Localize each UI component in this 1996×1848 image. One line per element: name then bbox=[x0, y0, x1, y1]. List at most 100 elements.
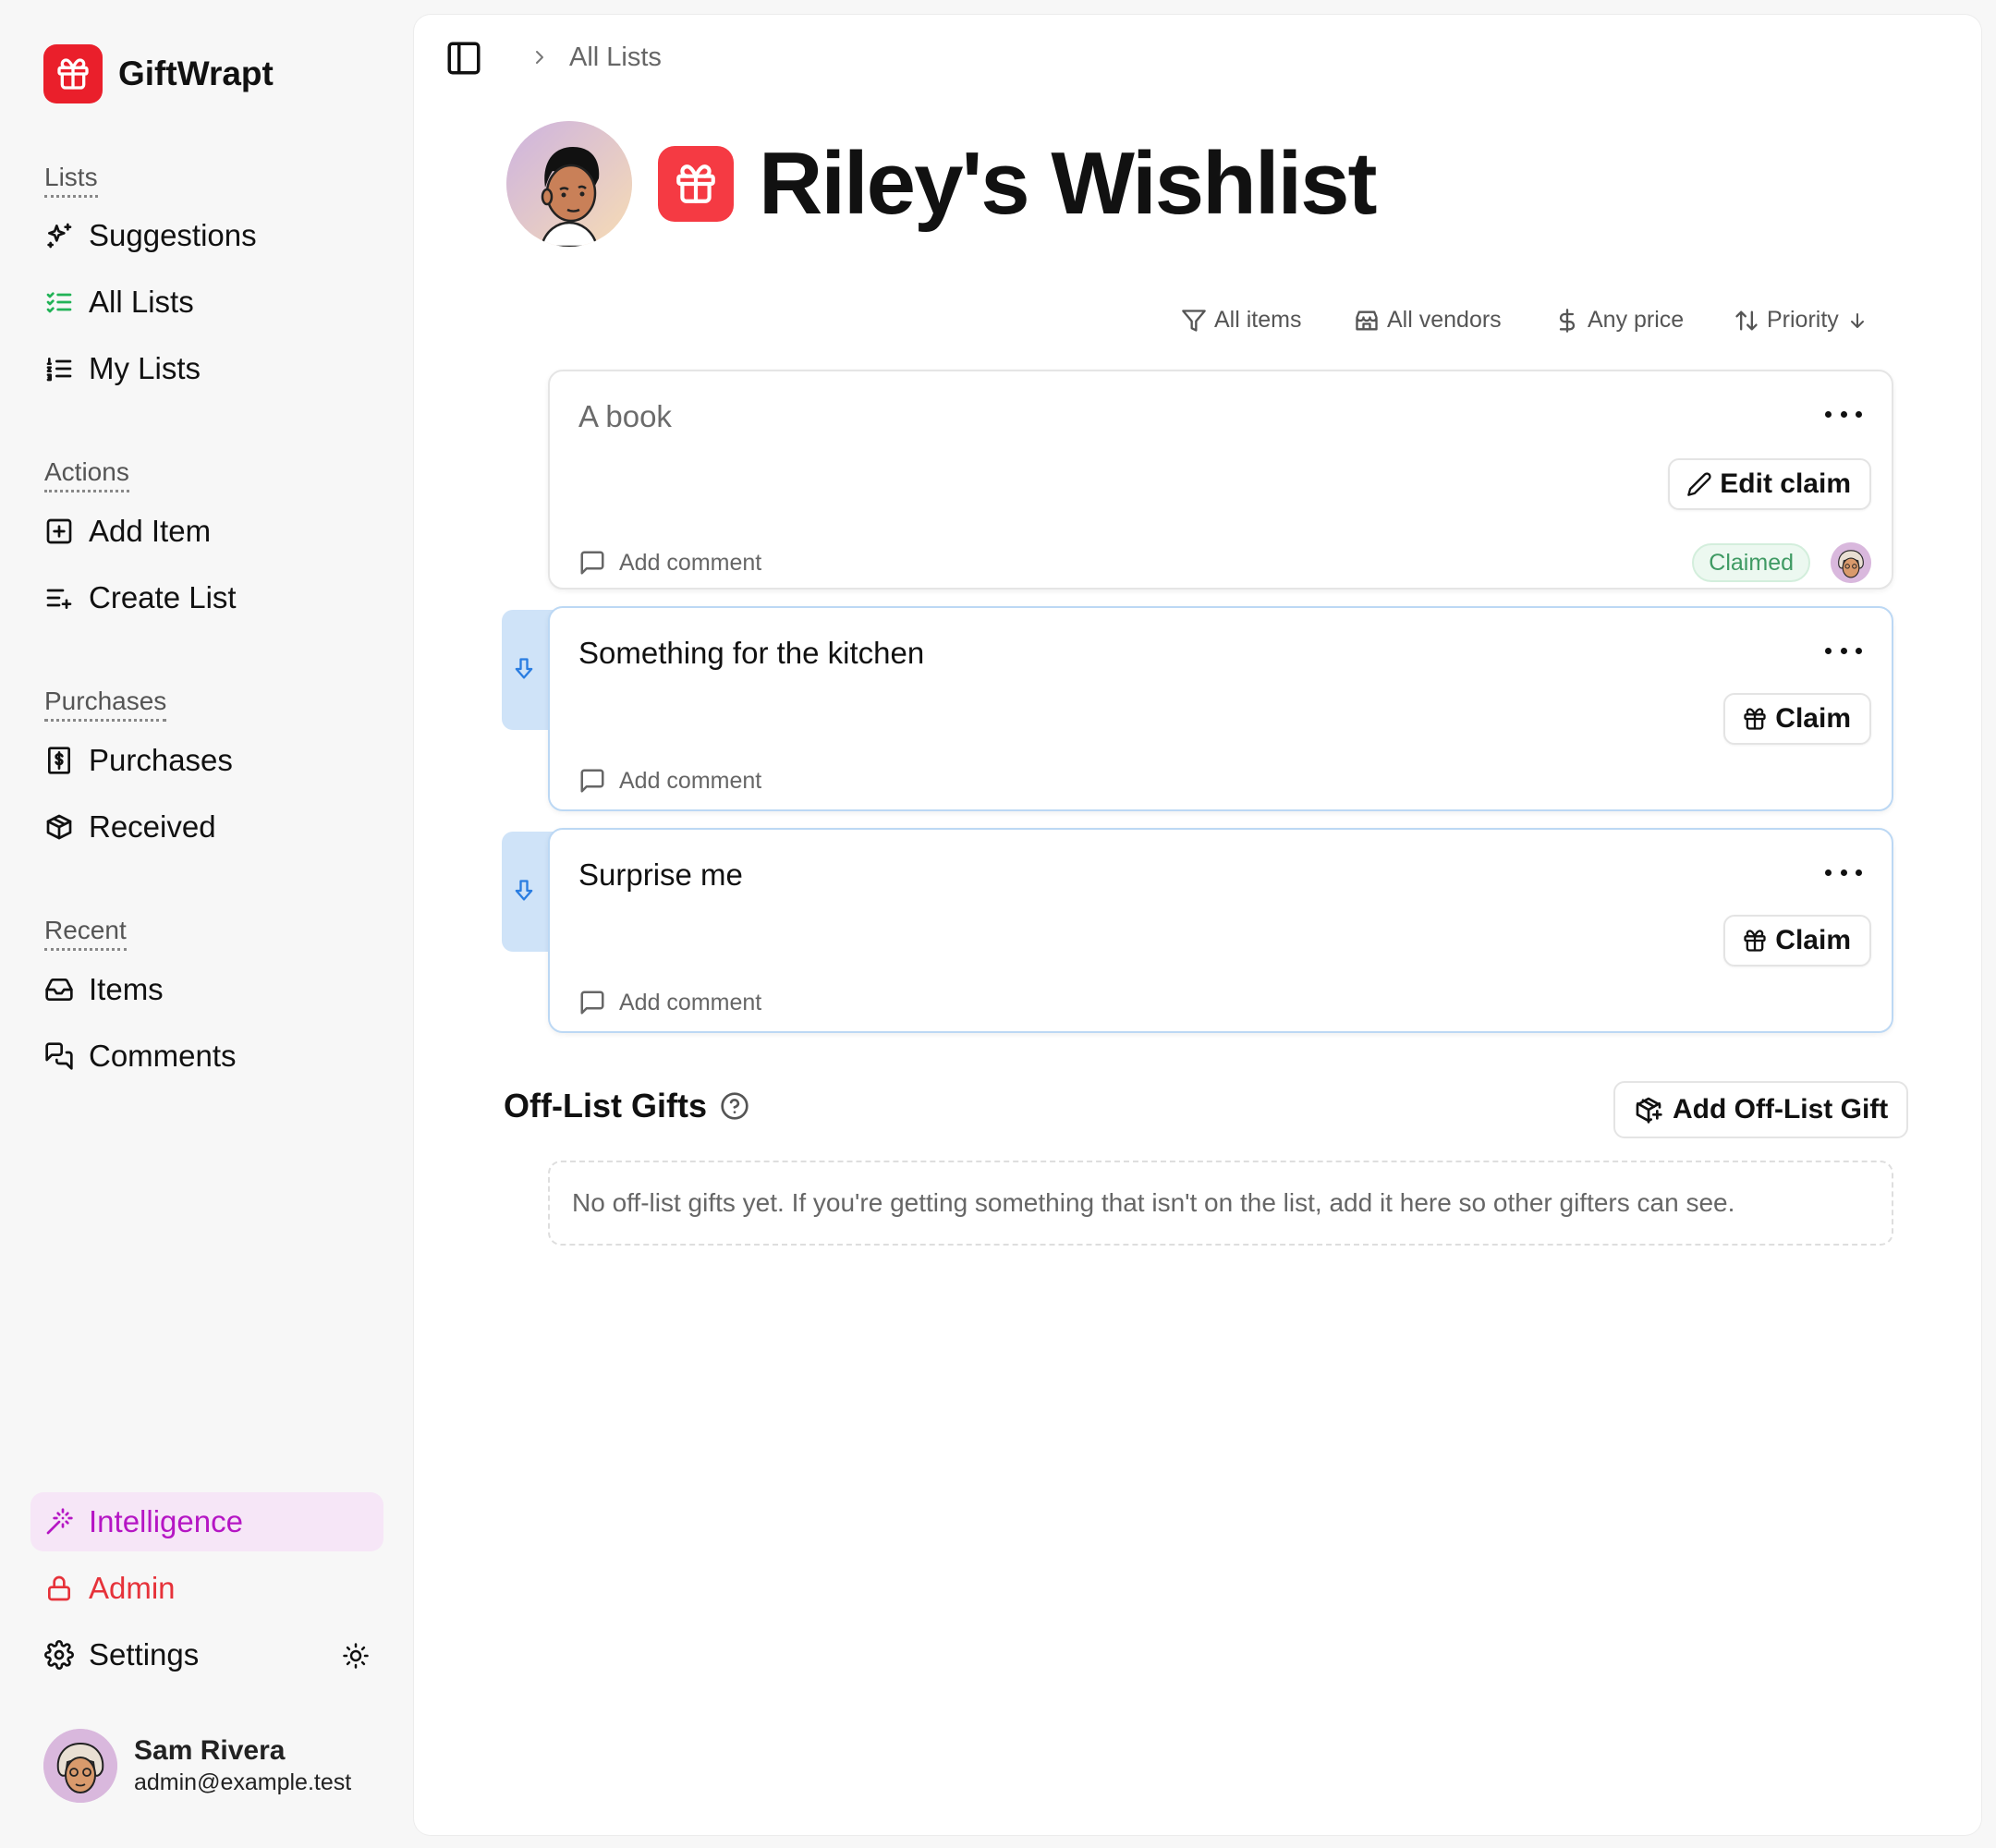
magic-wand-icon bbox=[43, 1506, 75, 1538]
sidebar-item-intelligence[interactable]: Intelligence bbox=[30, 1492, 383, 1551]
add-offlist-gift-button[interactable]: Add Off-List Gift bbox=[1613, 1081, 1909, 1138]
sidebar-item-label: Comments bbox=[89, 1039, 237, 1073]
sidebar-item-label: My Lists bbox=[89, 351, 201, 385]
user-email: admin@example.test bbox=[134, 1769, 352, 1795]
sidebar-toggle-icon[interactable] bbox=[444, 39, 483, 78]
package-plus-icon bbox=[1636, 1097, 1662, 1124]
sort-priority-label: Priority bbox=[1767, 307, 1839, 333]
theme-toggle-sun-icon[interactable] bbox=[338, 1638, 373, 1673]
comment-icon bbox=[580, 991, 604, 1015]
claim-button[interactable]: Claim bbox=[1723, 915, 1871, 967]
sidebar-item-create-list[interactable]: Create List bbox=[30, 568, 383, 627]
package-icon bbox=[43, 811, 75, 843]
filter-items[interactable]: All items bbox=[1181, 307, 1301, 334]
sidebar-item-all-lists[interactable]: All Lists bbox=[30, 273, 383, 332]
edit-claim-button[interactable]: Edit claim bbox=[1668, 458, 1871, 510]
page-header: Riley's Wishlist bbox=[506, 121, 1378, 247]
offlist-heading: Off-List Gifts bbox=[504, 1087, 749, 1125]
brand[interactable]: GiftWrapt bbox=[43, 44, 274, 103]
help-circle-icon bbox=[721, 1092, 748, 1120]
arrow-down-icon bbox=[515, 880, 533, 901]
arrow-down-icon bbox=[515, 658, 533, 679]
comment-icon bbox=[580, 551, 604, 575]
sidebar-item-purchases[interactable]: Purchases bbox=[30, 731, 383, 790]
list-item[interactable]: A book Edit claim Add comment Claimed bbox=[548, 370, 1893, 590]
list-item[interactable]: Something for the kitchen Claim Add comm… bbox=[548, 606, 1893, 811]
sidebar-item-suggestions[interactable]: Suggestions bbox=[30, 206, 383, 265]
gift-icon bbox=[1744, 930, 1766, 952]
user-name: Sam Rivera bbox=[134, 1735, 286, 1766]
item-title: Something for the kitchen bbox=[578, 636, 925, 670]
item-title: Surprise me bbox=[578, 857, 743, 892]
list-item[interactable]: Surprise me Claim Add comment bbox=[548, 828, 1893, 1033]
sidebar-item-label: Received bbox=[89, 809, 216, 844]
more-options-icon[interactable] bbox=[1825, 863, 1862, 881]
list-ordered-icon bbox=[43, 353, 75, 384]
sidebar-item-items[interactable]: Items bbox=[30, 960, 383, 1019]
section-purchases: Purchases bbox=[44, 686, 167, 722]
comment-icon bbox=[580, 769, 604, 793]
sidebar-item-settings[interactable]: Settings bbox=[30, 1625, 383, 1684]
filter-icon bbox=[1182, 309, 1206, 332]
sidebar-item-comments[interactable]: Comments bbox=[30, 1027, 383, 1086]
dollar-icon bbox=[1559, 308, 1576, 333]
section-recent: Recent bbox=[44, 915, 127, 951]
arrow-down-icon bbox=[1850, 312, 1864, 328]
edit-claim-label: Edit claim bbox=[1720, 468, 1851, 499]
sidebar-item-my-lists[interactable]: My Lists bbox=[30, 339, 383, 398]
lock-icon bbox=[43, 1573, 75, 1604]
drag-handle[interactable] bbox=[502, 832, 554, 952]
sidebar-item-label: Admin bbox=[89, 1571, 176, 1605]
filter-price[interactable]: Any price bbox=[1554, 307, 1684, 334]
add-comment-button[interactable]: Add comment bbox=[578, 549, 761, 577]
main-panel: All Lists Riley's Wishlist All items All… bbox=[414, 15, 1981, 1835]
sidebar-item-admin[interactable]: Admin bbox=[30, 1559, 383, 1618]
add-comment-label: Add comment bbox=[619, 767, 762, 794]
drag-handle[interactable] bbox=[502, 610, 554, 730]
claim-label: Claim bbox=[1775, 925, 1851, 955]
sidebar-item-label: Create List bbox=[89, 580, 237, 614]
section-actions: Actions bbox=[44, 456, 129, 492]
gift-icon bbox=[658, 146, 734, 222]
sidebar-item-label: Purchases bbox=[89, 743, 233, 777]
plus-square-icon bbox=[43, 516, 75, 547]
list-plus-icon bbox=[43, 582, 75, 614]
more-options-icon[interactable] bbox=[1825, 641, 1862, 660]
sidebar-item-label: Items bbox=[89, 972, 164, 1006]
sidebar: GiftWrapt Lists Suggestions All Lists My… bbox=[0, 0, 414, 1848]
pencil-icon bbox=[1687, 472, 1711, 496]
avatar bbox=[506, 121, 632, 247]
sidebar-item-label: All Lists bbox=[89, 285, 194, 319]
offlist-empty-state: No off-list gifts yet. If you're getting… bbox=[548, 1161, 1893, 1246]
store-icon bbox=[1356, 310, 1378, 330]
sidebar-item-add-item[interactable]: Add Item bbox=[30, 502, 383, 561]
inbox-icon bbox=[43, 974, 75, 1005]
status-badge: Claimed bbox=[1692, 543, 1810, 582]
add-comment-button[interactable]: Add comment bbox=[578, 767, 761, 795]
sidebar-item-label: Add Item bbox=[89, 514, 212, 548]
avatar bbox=[1831, 542, 1871, 583]
filter-items-label: All items bbox=[1214, 307, 1302, 333]
filter-vendors[interactable]: All vendors bbox=[1354, 307, 1502, 334]
messages-icon bbox=[43, 1040, 75, 1072]
app-name: GiftWrapt bbox=[118, 55, 274, 92]
list-checks-icon bbox=[43, 286, 75, 318]
user-profile[interactable]: Sam Rivera admin@example.test bbox=[43, 1729, 351, 1803]
add-offlist-gift-label: Add Off-List Gift bbox=[1673, 1094, 1889, 1125]
page-title: Riley's Wishlist bbox=[759, 134, 1378, 233]
sidebar-item-received[interactable]: Received bbox=[30, 797, 383, 857]
claim-button[interactable]: Claim bbox=[1723, 693, 1871, 745]
sidebar-item-label: Settings bbox=[89, 1637, 200, 1672]
gift-logo-icon bbox=[43, 44, 103, 103]
claim-label: Claim bbox=[1775, 703, 1851, 734]
add-comment-button[interactable]: Add comment bbox=[578, 989, 761, 1016]
gear-icon bbox=[43, 1639, 75, 1671]
sort-priority[interactable]: Priority bbox=[1734, 307, 1876, 334]
breadcrumb[interactable]: All Lists bbox=[569, 43, 662, 73]
add-comment-label: Add comment bbox=[619, 549, 762, 576]
more-options-icon[interactable] bbox=[1825, 405, 1862, 423]
avatar bbox=[43, 1729, 117, 1803]
gift-icon bbox=[1744, 708, 1766, 730]
chevron-right-icon bbox=[529, 46, 551, 68]
filter-price-label: Any price bbox=[1588, 307, 1685, 333]
